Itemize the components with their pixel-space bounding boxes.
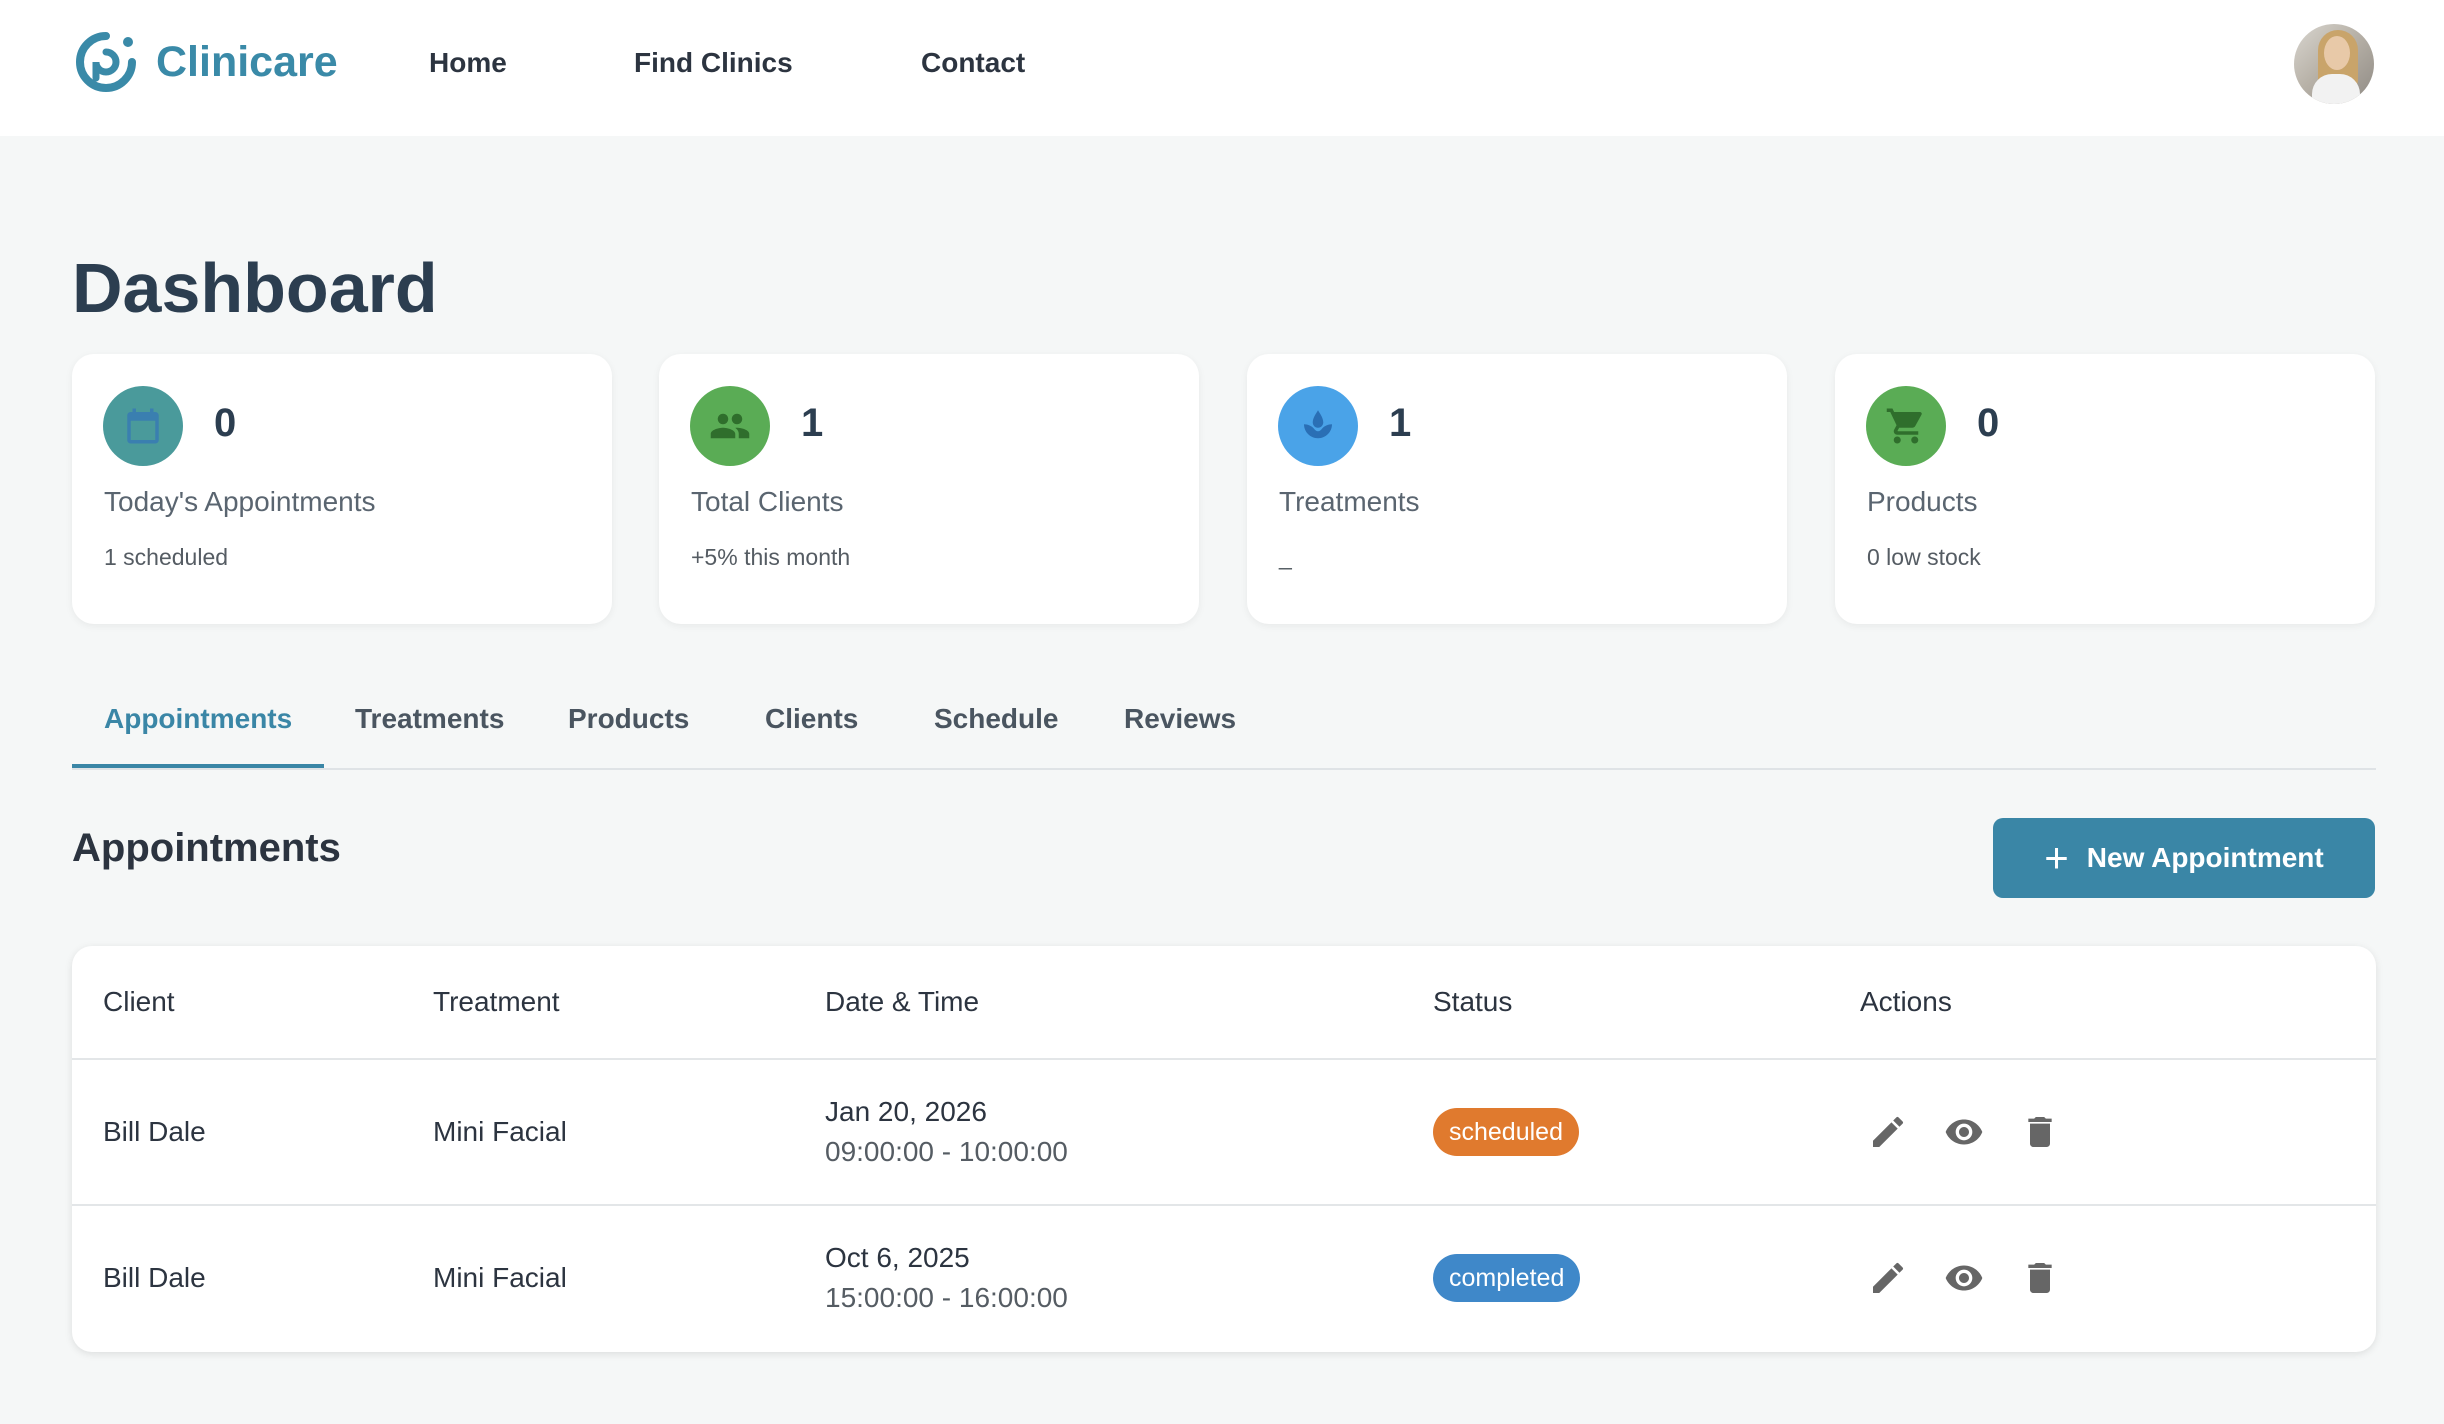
- view-icon[interactable]: [1944, 1258, 1984, 1298]
- stat-card-treatments: 1 Treatments _: [1247, 354, 1787, 624]
- top-navbar: Clinicare Home Find Clinics Contact: [0, 0, 2444, 136]
- spa-icon: [1278, 386, 1358, 466]
- delete-icon[interactable]: [2020, 1258, 2060, 1298]
- cart-icon: [1866, 386, 1946, 466]
- time-text: 15:00:00 - 16:00:00: [825, 1282, 1068, 1313]
- treatment-cell: Mini Facial: [433, 1116, 567, 1147]
- tab-reviews[interactable]: Reviews: [1124, 703, 1236, 735]
- stat-sub: +5% this month: [691, 544, 851, 570]
- stat-label: Total Clients: [691, 486, 844, 517]
- stat-label: Treatments: [1279, 486, 1420, 517]
- stat-label: Products: [1867, 486, 1978, 517]
- column-header-datetime: Date & Time: [825, 986, 980, 1017]
- stat-value: 0: [1977, 401, 2000, 445]
- plus-icon: +: [2044, 834, 2069, 881]
- stat-value: 1: [801, 401, 824, 445]
- edit-icon[interactable]: [1868, 1112, 1908, 1152]
- stat-sub: 1 scheduled: [104, 544, 229, 570]
- tab-schedule[interactable]: Schedule: [934, 703, 1058, 735]
- new-appointment-label: New Appointment: [2086, 842, 2324, 873]
- tab-appointments[interactable]: Appointments: [104, 703, 292, 735]
- stat-value: 1: [1389, 401, 1412, 445]
- stat-label: Today's Appointments: [104, 486, 376, 517]
- client-cell: Bill Dale: [103, 1262, 206, 1293]
- stat-sub: 0 low stock: [1867, 544, 1981, 570]
- date-text: Jan 20, 2026: [825, 1096, 987, 1127]
- column-header-client: Client: [103, 986, 175, 1017]
- tab-products[interactable]: Products: [568, 703, 689, 735]
- stat-card-clients: 1 Total Clients +5% this month: [659, 354, 1199, 624]
- stat-card-appointments: 0 Today's Appointments 1 scheduled: [72, 354, 612, 624]
- column-header-treatment: Treatment: [433, 986, 560, 1017]
- nav-find-clinics[interactable]: Find Clinics: [634, 47, 793, 79]
- column-header-actions: Actions: [1860, 986, 1952, 1017]
- status-badge: completed: [1433, 1254, 1581, 1302]
- delete-icon[interactable]: [2020, 1112, 2060, 1152]
- nav-contact[interactable]: Contact: [921, 47, 1025, 79]
- view-icon[interactable]: [1944, 1112, 1984, 1152]
- date-text: Oct 6, 2025: [825, 1242, 970, 1273]
- logo-icon: [76, 32, 136, 92]
- datetime-cell: Jan 20, 2026 09:00:00 - 10:00:00: [825, 1096, 1068, 1168]
- edit-icon[interactable]: [1868, 1258, 1908, 1298]
- stat-card-products: 0 Products 0 low stock: [1835, 354, 2375, 624]
- time-text: 09:00:00 - 10:00:00: [825, 1136, 1068, 1167]
- active-tab-indicator: [72, 764, 324, 768]
- new-appointment-button[interactable]: + New Appointment: [1993, 818, 2375, 898]
- people-icon: [690, 386, 770, 466]
- nav-home[interactable]: Home: [429, 47, 507, 79]
- stat-sub: _: [1279, 544, 1292, 570]
- status-badge: scheduled: [1433, 1108, 1579, 1156]
- tab-bar: Appointments Treatments Products Clients…: [72, 680, 2376, 770]
- section-title: Appointments: [72, 826, 341, 870]
- calendar-icon: [103, 386, 183, 466]
- table-row: Bill Dale Mini Facial Oct 6, 2025 15:00:…: [72, 1204, 2376, 1350]
- tab-clients[interactable]: Clients: [765, 703, 858, 735]
- avatar[interactable]: [2294, 24, 2374, 104]
- column-header-status: Status: [1433, 986, 1513, 1017]
- stat-value: 0: [214, 401, 237, 445]
- appointments-table: Client Treatment Date & Time Status Acti…: [72, 946, 2376, 1352]
- treatment-cell: Mini Facial: [433, 1262, 567, 1293]
- table-row: Bill Dale Mini Facial Jan 20, 2026 09:00…: [72, 1058, 2376, 1204]
- tab-treatments[interactable]: Treatments: [355, 703, 504, 735]
- app-name: Clinicare: [156, 37, 338, 86]
- page-title: Dashboard: [72, 249, 438, 327]
- datetime-cell: Oct 6, 2025 15:00:00 - 16:00:00: [825, 1242, 1068, 1314]
- client-cell: Bill Dale: [103, 1116, 206, 1147]
- logo[interactable]: Clinicare: [72, 28, 338, 96]
